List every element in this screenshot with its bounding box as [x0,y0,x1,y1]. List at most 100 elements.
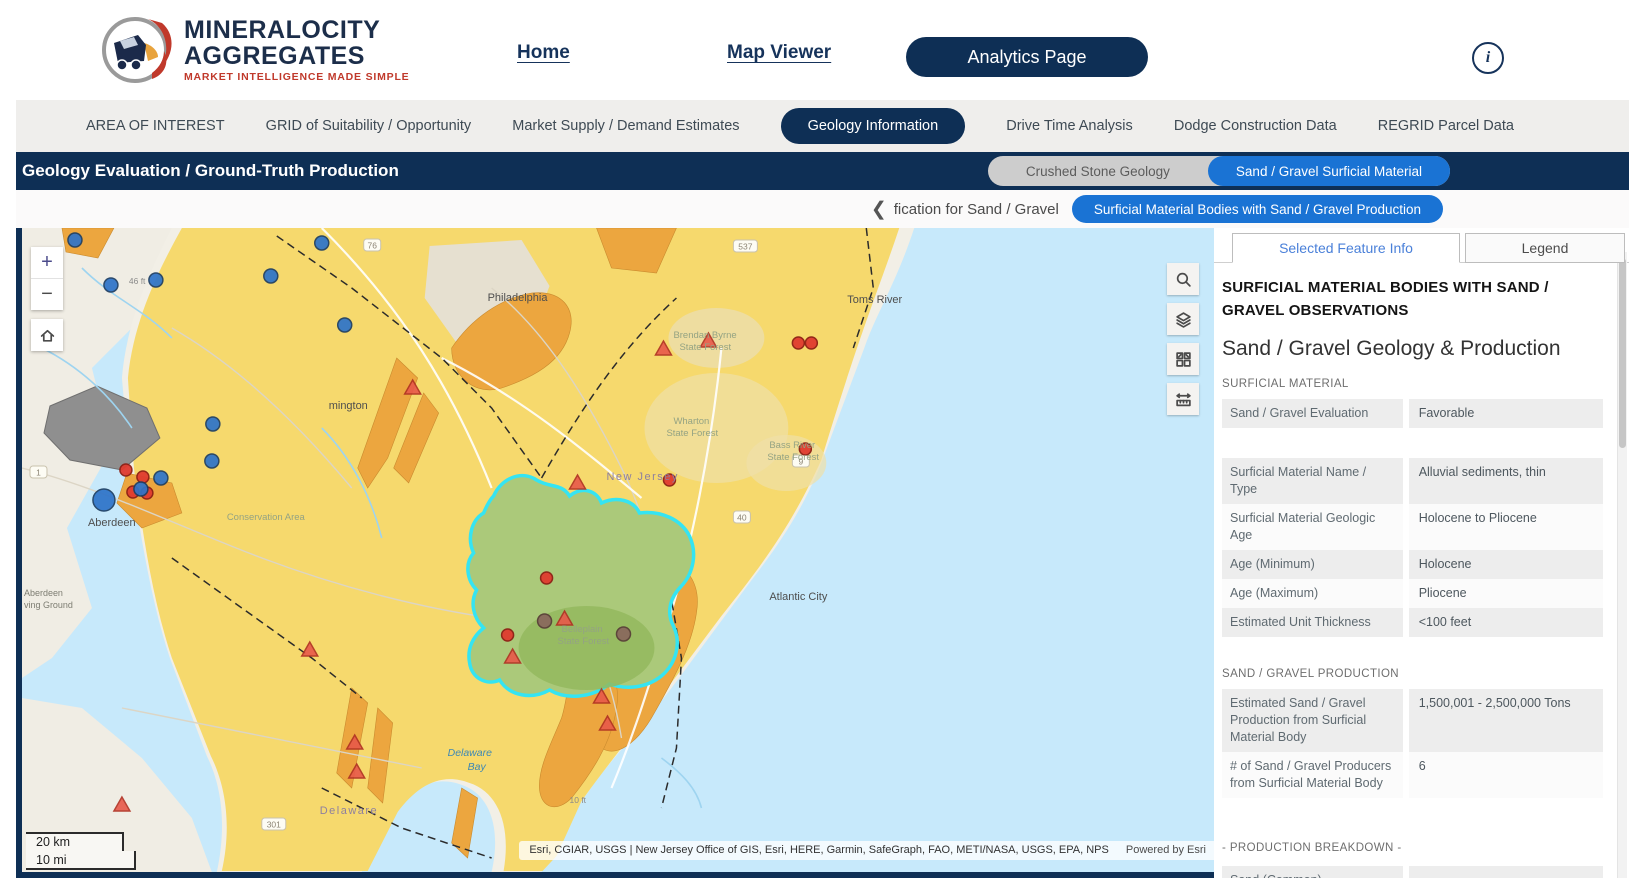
zoom-out-button[interactable]: − [31,278,63,310]
brand-line2: AGGREGATES [184,42,365,70]
tiles-icon [1175,351,1191,367]
map-attribution: Esri, CGIAR, USGS | New Jersey Office of… [519,841,1214,860]
section-title-production-breakdown: - PRODUCTION BREAKDOWN - [1222,842,1402,854]
zoom-in-button[interactable]: + [31,247,63,278]
map-label: 10 ft [570,795,587,805]
map-label: State Forest [666,428,718,439]
map-label: Bass River [769,440,815,451]
producer-marker-blue[interactable] [314,235,330,251]
tab-market-supply-demand[interactable]: Market Supply / Demand Estimates [512,118,739,134]
tab-grid-suitability[interactable]: GRID of Suitability / Opportunity [266,118,472,134]
producer-marker-red[interactable] [539,571,554,585]
producer-marker-blue[interactable] [263,268,279,284]
row-label: # of Sand / Gravel Producers from Surfic… [1222,752,1409,798]
map-label: Brendan Byrne [673,330,736,341]
home-icon [40,329,54,342]
row-value: Alluvial sediments, thin [1418,465,1546,479]
info-icon[interactable]: i [1472,42,1504,74]
producer-marker-red[interactable] [791,336,806,350]
producer-marker-red[interactable] [500,628,515,642]
producer-marker-brown[interactable] [536,613,553,629]
table-row: Surficial Material Geologic Age Holocene… [1222,504,1603,550]
back-layer-link[interactable]: ❮ fication for Sand / Gravel [870,198,1059,220]
tab-area-of-interest[interactable]: AREA OF INTEREST [86,118,225,134]
home-extent-button[interactable] [31,319,63,351]
page-title-bar: Geology Evaluation / Ground-Truth Produc… [16,152,1629,190]
producer-marker-red[interactable] [136,470,150,484]
row-value: Pliocene [1418,586,1467,600]
map-label: Aberdeen [24,588,63,598]
tab-regrid-parcel[interactable]: REGRID Parcel Data [1378,118,1514,134]
map-canvas[interactable]: 76 537 1 9 40 301 Philadelphia Toms River mingto… [16,228,1214,878]
row-value: 6 [1418,759,1426,773]
tab-legend[interactable]: Legend [1465,233,1625,263]
producer-marker-blue[interactable] [205,416,221,432]
panel-heading: SURFICIAL MATERIAL BODIES WITH SAND / GR… [1222,279,1549,319]
producer-marker-blue[interactable] [153,470,169,486]
nav-link-map-viewer[interactable]: Map Viewer [727,42,831,64]
brand-tagline: MARKET INTELLIGENCE MADE SIMPLE [184,71,410,83]
map-label: Conservation Area [227,512,306,523]
producer-marker-blue[interactable] [204,453,220,469]
scale-bar: 20 km 10 mi [26,832,136,870]
brand-logo-icon [102,17,172,83]
row-label: Surficial Material Name / Type [1222,458,1409,504]
layer-sub-bar: ❮ fication for Sand / Gravel Surficial M… [16,190,1629,228]
producer-marker-red[interactable] [804,336,819,350]
table-row: Estimated Unit Thickness <100 feet [1222,608,1603,637]
row-label: Estimated Unit Thickness [1222,608,1409,637]
overview-tool-button[interactable] [1167,343,1199,375]
feature-info-panel: Selected Feature Info Legend SURFICIAL M… [1214,228,1629,878]
row-label: Age (Maximum) [1222,579,1409,608]
nav-link-home[interactable]: Home [517,42,570,64]
map-label: State Forest [679,342,731,353]
row-spacer [1222,428,1603,458]
layers-icon [1175,311,1191,328]
panel-scrollbar-thumb[interactable] [1619,258,1626,448]
table-row: Age (Maximum) Pliocene [1222,579,1603,608]
brand-logo: MINERALOCITY AGGREGATES MARKET INTELLIGE… [100,13,409,87]
map-zoom-control: + − [31,247,63,310]
table-row: # of Sand / Gravel Producers from Surfic… [1222,752,1603,798]
toggle-sand-gravel[interactable]: Sand / Gravel Surficial Material [1207,156,1450,186]
producer-marker-blue[interactable] [92,488,116,512]
producer-marker-red[interactable] [119,463,133,477]
geology-mode-toggle: Crushed Stone Geology Sand / Gravel Surf… [987,156,1450,186]
brand-text: MINERALOCITY AGGREGATES MARKET INTELLIGE… [184,17,409,83]
road-shield-number: 537 [738,241,752,251]
tab-dodge-construction[interactable]: Dodge Construction Data [1174,118,1337,134]
search-icon [1176,272,1191,287]
main-content: 76 537 1 9 40 301 Philadelphia Toms River mingto… [16,228,1629,878]
panel-body: SURFICIAL MATERIAL BODIES WITH SAND / GR… [1214,262,1629,878]
measure-tool-button[interactable] [1167,383,1199,415]
chevron-left-icon: ❮ [870,198,887,220]
active-layer-button[interactable]: Surficial Material Bodies with Sand / Gr… [1071,195,1443,223]
producer-marker-blue[interactable] [148,272,164,288]
map-label: Atlantic City [769,591,827,603]
scale-mi: 10 mi [26,851,136,870]
row-value [1409,866,1603,878]
producer-marker-blue[interactable] [103,277,119,293]
map-label: State Forest [767,452,819,463]
producer-marker-blue[interactable] [133,481,149,497]
panel-scrollbar[interactable] [1617,252,1627,878]
table-row: Surficial Material Name / Type Alluvial … [1222,458,1603,504]
layers-tool-button[interactable] [1167,303,1199,335]
row-label: Sand / Gravel Evaluation [1222,399,1409,428]
map-graphics: 76 5371940301Philadelphia Toms Rivermingto… [22,228,1214,872]
measure-icon [1175,392,1191,406]
nav-button-analytics-page[interactable]: Analytics Page [906,37,1148,77]
producer-marker-blue[interactable] [67,232,83,248]
tab-geology-information[interactable]: Geology Information [780,108,966,144]
app-header: MINERALOCITY AGGREGATES MARKET INTELLIGE… [0,0,1645,100]
search-tool-button[interactable] [1167,263,1199,295]
section-title-surficial-material: SURFICIAL MATERIAL [1222,378,1349,390]
tab-drive-time-analysis[interactable]: Drive Time Analysis [1006,118,1133,134]
producer-marker-brown[interactable] [615,626,632,642]
back-layer-label: fication for Sand / Gravel [893,200,1059,218]
toggle-crushed-stone[interactable]: Crushed Stone Geology [988,164,1208,179]
row-value: Favorable [1418,406,1475,420]
producer-marker-blue[interactable] [336,317,353,333]
row-value: Holocene to Pliocene [1418,511,1537,525]
tab-selected-feature-info[interactable]: Selected Feature Info [1232,233,1460,263]
